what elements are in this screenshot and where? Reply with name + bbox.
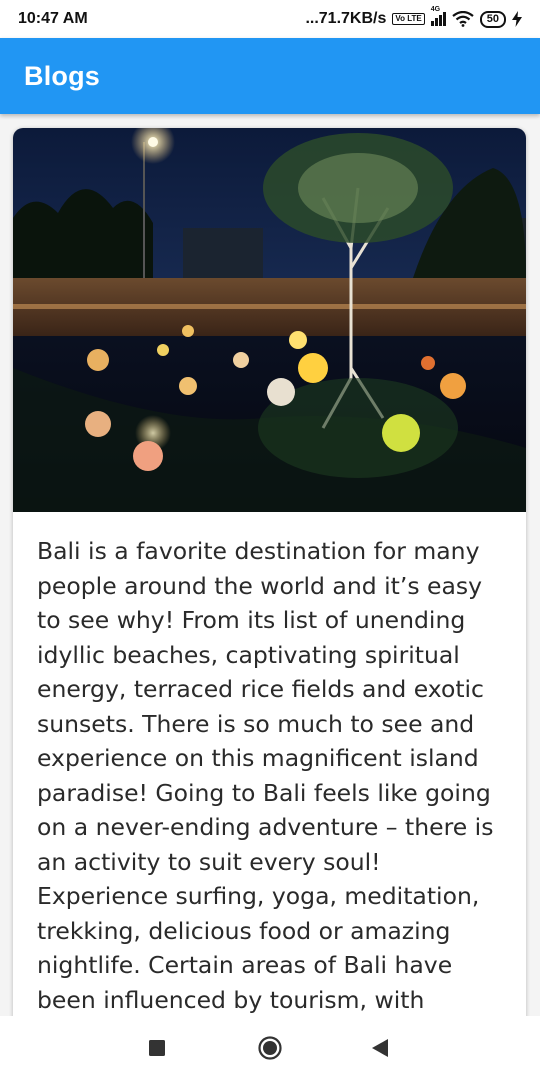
volte-icon: Vo LTE	[392, 13, 425, 25]
signal-label: 4G	[430, 6, 441, 13]
navigation-bar	[0, 1016, 540, 1080]
wifi-icon	[452, 11, 474, 27]
recents-button[interactable]	[149, 1040, 165, 1056]
charging-icon	[512, 11, 522, 27]
status-time: 10:47 AM	[18, 10, 88, 27]
back-button[interactable]	[372, 1039, 388, 1057]
battery-icon: 50	[479, 10, 506, 28]
blog-image	[13, 128, 526, 512]
blog-card[interactable]: Bali is a favorite destination for many …	[13, 128, 526, 1028]
home-button[interactable]	[258, 1036, 282, 1060]
page-title: Blogs	[24, 60, 101, 91]
status-icons: ...71.7KB/s Vo LTE 4G 50	[305, 6, 522, 28]
app-bar: Blogs	[0, 38, 540, 114]
signal-icon: 4G	[430, 6, 446, 26]
status-bar: 10:47 AM ...71.7KB/s Vo LTE 4G 50	[0, 0, 540, 38]
network-speed: ...71.7KB/s	[305, 10, 387, 27]
blog-text: Bali is a favorite destination for many …	[37, 537, 494, 1014]
